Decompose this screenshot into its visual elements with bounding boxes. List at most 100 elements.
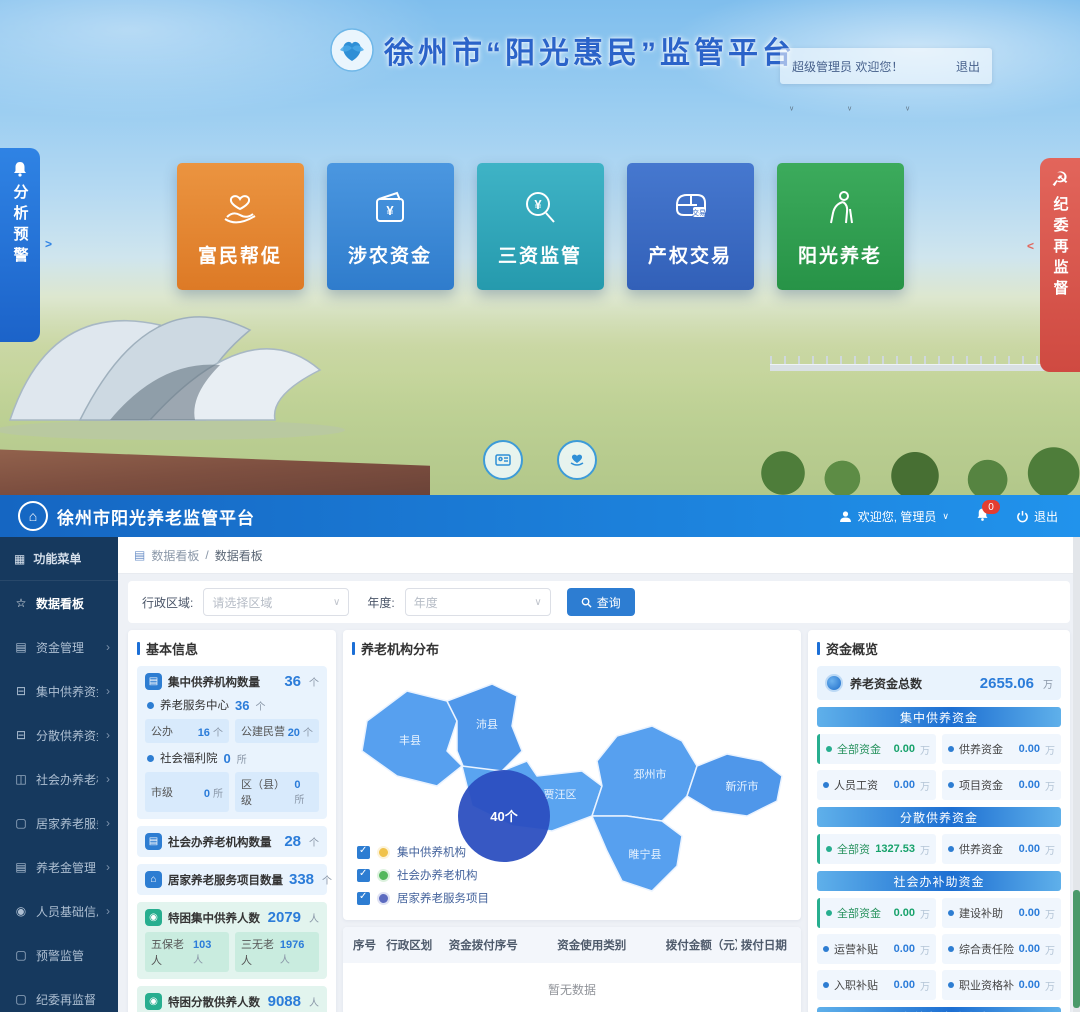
people-icon: ◉ <box>145 993 162 1010</box>
care-heart-button[interactable] <box>557 440 597 480</box>
table-empty-state: 暂无数据 <box>343 963 801 1010</box>
legend-home-care-projects[interactable]: 居家养老服务项目 <box>357 890 489 906</box>
search-button[interactable]: 查询 <box>567 588 635 616</box>
wallet-yuan-icon: ¥ <box>367 185 413 231</box>
yellow-pin-icon <box>377 846 390 859</box>
hero-user-box: 超级管理员 欢迎您！ 退出 <box>780 48 992 84</box>
svg-text:沛县: 沛县 <box>476 717 498 731</box>
legend-social-institutions[interactable]: 社会办养老机构 <box>357 867 489 883</box>
fund-stat: 供养资金 0.00万 <box>942 734 1061 764</box>
magnifier-yuan-icon: ¥ <box>517 185 563 231</box>
checkbox-checked-icon[interactable] <box>357 869 370 882</box>
tile-sanzi-jianguan[interactable]: ¥ 三资监管 <box>477 163 604 290</box>
centralized-institutions-card: ▤ 集中供养机构数量 36 个 养老服务中心 36 个 公办 <box>137 666 327 819</box>
hand-heart-icon <box>217 185 263 231</box>
year-select[interactable]: 年度 ∨ <box>405 588 551 616</box>
blocks-trade-icon: 交易 <box>667 185 713 231</box>
fund-stat: 供养资金 0.00万 <box>942 834 1061 864</box>
home-care-projects-card: ⌂ 居家养老服务项目数量 338 个 <box>137 864 327 895</box>
bell-icon <box>11 160 29 178</box>
svg-text:40个: 40个 <box>490 809 518 824</box>
id-card-button[interactable] <box>483 440 523 480</box>
yanglao-logo-icon: ⌂ <box>18 501 48 531</box>
fund-allocation-table: 序号 行政区划 资金拨付序号 资金使用类别 拨付金额（元） 拨付日期 暂无数据 … <box>343 927 801 1012</box>
hero-logout-button[interactable]: 退出 <box>956 58 980 75</box>
sidebar-item-social-institutions[interactable]: ◫ 社会办养老机构 › <box>0 757 118 801</box>
tile-shenong-zijin[interactable]: ¥ 涉农资金 <box>327 163 454 290</box>
map-legend: 集中供养机构 社会办养老机构 居家养老服务项目 <box>357 844 489 906</box>
tile-yangguang-yanglao[interactable]: 阳光养老 <box>777 163 904 290</box>
sidebar-item-warning-supervision[interactable]: ▢ 预警监管 <box>0 933 118 977</box>
chevron-left-icon: < <box>1027 239 1034 253</box>
tile-fumin-bangcu[interactable]: 富民帮促 <box>177 163 304 290</box>
funds-overview-panel: 资金概览 养老资金总数 2655.06 万 集中供养资金 全部资金 0.00万 … <box>808 630 1070 1012</box>
fund-stat: 全部资金 0.00万 <box>817 898 936 928</box>
building-icon: ◫ <box>14 772 28 786</box>
party-emblem-icon: ☭ <box>1051 170 1069 190</box>
fund-stat: 全部资金 0.00万 <box>817 734 936 764</box>
caret-down-icon: ∨ <box>534 597 541 608</box>
chevron-right-icon: › <box>106 860 112 874</box>
folder-icon: ⊟ <box>14 684 28 698</box>
service-center-row: 养老服务中心 36 个 <box>147 697 319 713</box>
section-social-subsidy-fund: 社会办补助资金 <box>817 871 1061 891</box>
decentralized-support-people-card: ◉ 特困分散供养人数 9088 人 <box>137 986 327 1012</box>
user-icon <box>839 510 852 523</box>
chevron-right-icon: › <box>106 684 112 698</box>
notifications-button[interactable]: 0 <box>975 507 990 525</box>
bridge <box>770 352 1080 378</box>
sidebar-item-discipline-resupervision[interactable]: ▢ 纪委再监督 <box>0 977 118 1012</box>
region-select[interactable]: 请选择区域 ∨ <box>203 588 349 616</box>
sidebar-item-pension-management[interactable]: ▤ 养老金管理 › <box>0 845 118 889</box>
fund-stat: 项目资金 0.00万 <box>942 770 1061 800</box>
heart-hands-icon <box>568 451 586 469</box>
svg-text:¥: ¥ <box>534 197 542 212</box>
coin-icon <box>825 674 843 692</box>
year-placeholder: 年度 <box>414 594 438 611</box>
funds-overview-title: 资金概览 <box>817 639 1061 658</box>
breadcrumb-root[interactable]: 数据看板 <box>151 547 199 564</box>
search-label: 查询 <box>597 594 621 611</box>
breadcrumb-current: 数据看板 <box>215 547 263 564</box>
sidebar-item-fund-management[interactable]: ▤ 资金管理 › <box>0 625 118 669</box>
user-menu[interactable]: 欢迎您, 管理员 ∨ <box>839 508 949 525</box>
notification-badge: 0 <box>982 500 1000 514</box>
checkbox-checked-icon[interactable] <box>357 892 370 905</box>
hero-user-greeting: 欢迎您！ <box>855 60 903 74</box>
welcome-text: 欢迎您, 管理员 <box>858 508 937 525</box>
chevron-right-icon: > <box>45 237 52 251</box>
basic-info-title: 基本信息 <box>137 639 327 658</box>
monitor-icon: ▢ <box>14 948 28 962</box>
sidebar-item-centralized-fund[interactable]: ⊟ 集中供养资金 › <box>0 669 118 713</box>
sidebar-item-personnel-info[interactable]: ◉ 人员基础信息 › <box>0 889 118 933</box>
folder-icon: ⊟ <box>14 728 28 742</box>
breadcrumb: ▤ 数据看板 / 数据看板 <box>118 537 1080 574</box>
caret-down-icon: ∨ <box>942 511 949 522</box>
scrollbar-thumb[interactable] <box>1073 890 1080 1008</box>
svg-text:睢宁县: 睢宁县 <box>629 847 662 861</box>
legend-centralized-institutions[interactable]: 集中供养机构 <box>357 844 489 860</box>
menu-header-label: 功能菜单 <box>33 550 81 567</box>
checkbox-checked-icon[interactable] <box>357 846 370 859</box>
analysis-warning-tab[interactable]: 分析预警 > <box>0 148 40 342</box>
sidebar: ▦ 功能菜单 ☆ 数据看板 ▤ 资金管理 › ⊟ 集中供养资金 › ⊟ 分散供养… <box>0 537 118 1012</box>
sidebar-item-home-care-projects[interactable]: ▢ 居家养老服务项目 › <box>0 801 118 845</box>
person-icon: ◉ <box>14 904 28 918</box>
tile-chanquan-jiaoyi[interactable]: 交易 产权交易 <box>627 163 754 290</box>
section-home-care-subsidy-fund: 居家养老补助资金 <box>817 1007 1061 1012</box>
tile-label: 产权交易 <box>648 241 732 268</box>
sidebar-item-dashboard[interactable]: ☆ 数据看板 <box>0 581 118 625</box>
logout-button[interactable]: 退出 <box>1016 508 1058 525</box>
power-icon <box>1016 510 1029 523</box>
museum-building <box>0 270 350 440</box>
svg-text:¥: ¥ <box>386 203 394 218</box>
chevron-right-icon: › <box>106 904 112 918</box>
institution-icon: ▤ <box>145 673 162 690</box>
discipline-supervision-label: 纪委再监督 <box>1050 196 1071 301</box>
discipline-supervision-tab[interactable]: ☭ 纪委再监督 < <box>1040 158 1080 372</box>
sanwu-elders-chip: 三无老人 1976 人 <box>235 932 319 972</box>
monitor-icon: ▢ <box>14 816 28 830</box>
fund-stat: 建设补助 0.00万 <box>942 898 1061 928</box>
sidebar-item-decentralized-fund[interactable]: ⊟ 分散供养资金 › <box>0 713 118 757</box>
card-icon: ▤ <box>14 860 28 874</box>
